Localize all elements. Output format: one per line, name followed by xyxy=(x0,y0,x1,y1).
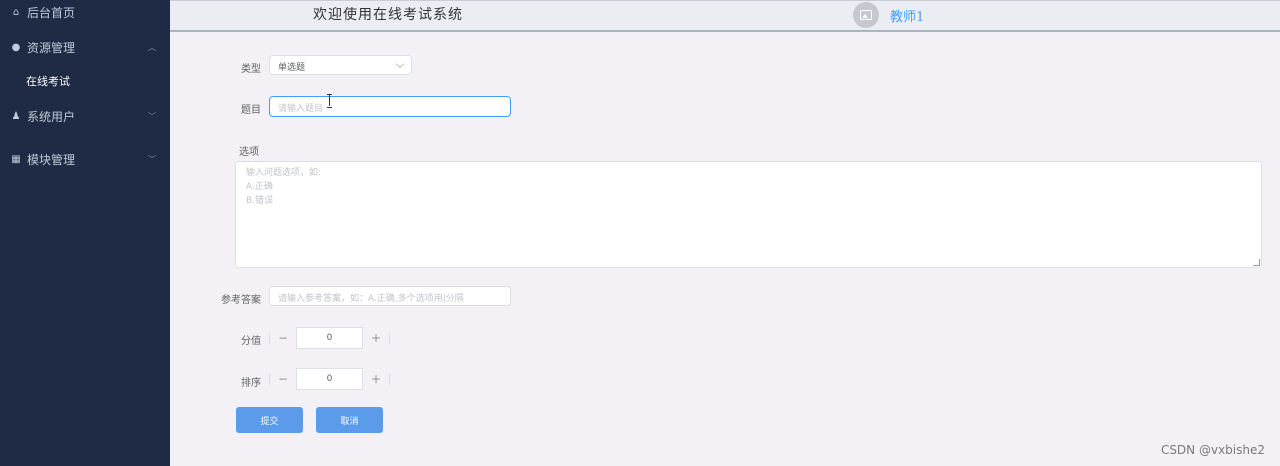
type-select-value: 单选题 xyxy=(278,63,306,73)
score-input[interactable]: 0 xyxy=(296,327,363,349)
sidebar-item-resource[interactable]: ● 资源管理 ︿ xyxy=(0,31,170,63)
increase-button[interactable]: + xyxy=(363,327,389,349)
question-label: 题目 xyxy=(241,105,261,116)
divider xyxy=(389,373,390,385)
answer-label: 参考答案 xyxy=(221,295,261,306)
watermark: CSDN @vxbishe2 xyxy=(1160,443,1265,457)
location-icon: ● xyxy=(11,41,21,53)
increase-button[interactable]: + xyxy=(363,368,389,390)
type-label: 类型 xyxy=(241,64,261,75)
user-icon: ♟ xyxy=(11,110,21,122)
chevron-down-icon xyxy=(395,59,405,69)
sidebar-item-label: 系统用户 xyxy=(27,109,76,124)
sidebar-item-label: 后台首页 xyxy=(27,5,76,20)
home-icon: ⌂ xyxy=(12,6,20,18)
chevron-down-icon: ﹀ xyxy=(148,154,156,164)
chevron-up-icon: ︿ xyxy=(148,42,156,52)
question-placeholder: 请输入题目 xyxy=(278,104,324,114)
options-placeholder-line: B.错误 xyxy=(246,196,274,206)
sidebar-subitem-label: 在线考试 xyxy=(26,75,70,88)
header: 欢迎使用在线考试系统 教师1 xyxy=(170,0,1280,32)
order-stepper: − 0 + xyxy=(269,368,390,390)
sidebar-item-module[interactable]: ▦ 模块管理 ﹀ xyxy=(0,143,170,175)
question-input[interactable]: 请输入题目 xyxy=(269,96,511,117)
sidebar: ⌂ 后台首页 ● 资源管理 ︿ 在线考试 ♟ 系统用户 ﹀ ▦ 模块管理 ﹀ xyxy=(0,0,170,466)
cancel-button[interactable]: 取消 xyxy=(316,407,383,433)
decrease-button[interactable]: − xyxy=(270,327,296,349)
divider xyxy=(389,332,390,344)
text-cursor-icon xyxy=(326,94,334,108)
decrease-button[interactable]: − xyxy=(270,368,296,390)
options-placeholder-line: A.正确 xyxy=(246,182,273,192)
username[interactable]: 教师1 xyxy=(890,6,924,25)
score-stepper: − 0 + xyxy=(269,327,390,349)
resize-handle[interactable] xyxy=(1253,259,1260,266)
answer-input[interactable]: 请输入参考答案，如：A.正确,多个选项用|分隔 xyxy=(269,286,511,306)
options-textarea[interactable]: 输入问题选项，如: A.正确 B.错误 xyxy=(235,161,1262,268)
options-label: 选项 xyxy=(239,147,259,158)
sidebar-item-label: 模块管理 xyxy=(27,152,76,167)
image-icon xyxy=(860,10,872,20)
avatar[interactable] xyxy=(853,2,879,28)
sidebar-subitem-online-exam[interactable]: 在线考试 xyxy=(0,67,170,95)
answer-placeholder: 请输入参考答案，如：A.正确,多个选项用|分隔 xyxy=(278,294,464,304)
submit-button[interactable]: 提交 xyxy=(236,407,303,433)
score-label: 分值 xyxy=(241,336,261,347)
order-label: 排序 xyxy=(241,378,261,389)
type-select[interactable]: 单选题 xyxy=(269,55,412,75)
options-placeholder-line: 输入问题选项，如: xyxy=(246,168,322,178)
grid-icon: ▦ xyxy=(11,153,21,165)
sidebar-item-label: 资源管理 xyxy=(27,40,76,55)
sidebar-item-system-user[interactable]: ♟ 系统用户 ﹀ xyxy=(0,100,170,132)
order-input[interactable]: 0 xyxy=(296,368,363,390)
sidebar-item-home[interactable]: ⌂ 后台首页 xyxy=(0,0,170,28)
page-title: 欢迎使用在线考试系统 xyxy=(313,7,463,23)
chevron-down-icon: ﹀ xyxy=(148,111,156,121)
